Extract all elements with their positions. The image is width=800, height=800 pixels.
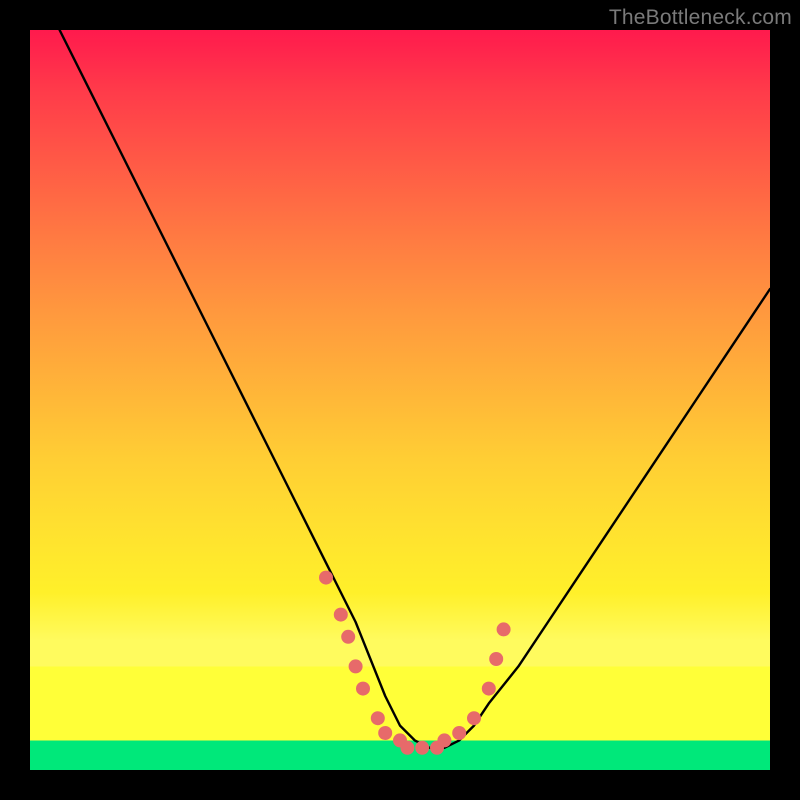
highlight-dot bbox=[319, 571, 333, 585]
highlight-dot bbox=[349, 659, 363, 673]
highlight-dot bbox=[371, 711, 385, 725]
highlight-dot bbox=[437, 733, 451, 747]
watermark-text: TheBottleneck.com bbox=[609, 6, 792, 30]
bottleneck-curve bbox=[60, 30, 770, 748]
highlight-dot bbox=[482, 682, 496, 696]
chart-frame: TheBottleneck.com bbox=[0, 0, 800, 800]
highlight-dot bbox=[489, 652, 503, 666]
highlight-dot bbox=[334, 608, 348, 622]
plot-area bbox=[30, 30, 770, 770]
highlight-dot bbox=[467, 711, 481, 725]
highlight-dot bbox=[400, 741, 414, 755]
highlight-dot bbox=[497, 622, 511, 636]
highlight-dot bbox=[415, 741, 429, 755]
curve-svg bbox=[30, 30, 770, 770]
highlight-dot bbox=[452, 726, 466, 740]
highlight-dot bbox=[341, 630, 355, 644]
highlight-dot bbox=[356, 682, 370, 696]
highlight-dot bbox=[378, 726, 392, 740]
highlight-dots bbox=[319, 571, 511, 755]
